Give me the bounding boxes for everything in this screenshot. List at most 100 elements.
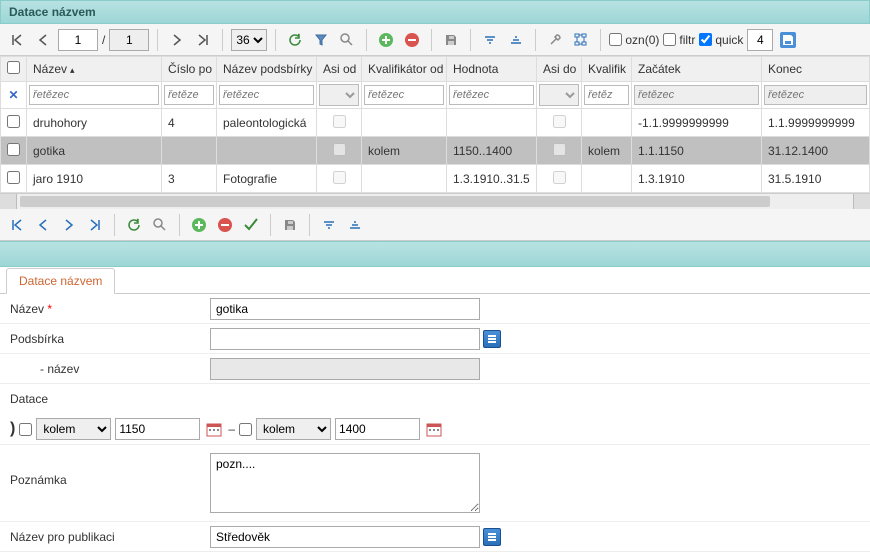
asi-do-checkbox[interactable]	[239, 423, 252, 436]
col-hodnota[interactable]: Hodnota	[447, 57, 537, 82]
label-datace: Datace	[10, 392, 210, 406]
detail-prev-icon[interactable]	[32, 214, 54, 236]
input-poznamka[interactable]: pozn....	[210, 453, 480, 513]
filter-up-icon[interactable]	[505, 29, 527, 51]
filtr-checkbox[interactable]: filtr	[663, 33, 695, 47]
page-separator: /	[102, 33, 105, 47]
asi-od-checkbox[interactable]	[19, 423, 32, 436]
col-cislo[interactable]: Číslo po	[162, 57, 217, 82]
filter-asi-od[interactable]	[319, 84, 359, 106]
prev-page-icon[interactable]	[32, 29, 54, 51]
detail-filter-down-icon[interactable]	[318, 214, 340, 236]
filter-podsbirka[interactable]	[219, 85, 314, 105]
first-page-icon[interactable]	[6, 29, 28, 51]
page-current-input[interactable]	[58, 29, 98, 51]
detail-last-icon[interactable]	[84, 214, 106, 236]
detail-search-icon[interactable]	[149, 214, 171, 236]
select-all-checkbox[interactable]	[7, 61, 20, 74]
cell-kval-od	[362, 109, 447, 137]
table-row[interactable]: jaro 19103Fotografie1.3.1910..31.51.3.19…	[1, 165, 870, 193]
detail-save-icon[interactable]	[279, 214, 301, 236]
cell-asi-od	[317, 165, 362, 193]
filter-asi-do[interactable]	[539, 84, 579, 106]
cell-asi-do	[537, 137, 582, 165]
clear-filters-icon[interactable]: ✕	[8, 88, 18, 102]
col-nazev[interactable]: Název▴	[27, 57, 162, 82]
remove-icon[interactable]	[401, 29, 423, 51]
detail-next-icon[interactable]	[58, 214, 80, 236]
toolbar-detail	[0, 209, 870, 241]
input-podsbirka[interactable]	[210, 328, 480, 350]
cell-kval-do	[582, 165, 632, 193]
date-dash: –	[228, 422, 235, 436]
detail-first-icon[interactable]	[6, 214, 28, 236]
col-podsbirka[interactable]: Název podsbírky	[217, 57, 317, 82]
label-podsbirka-nazev: - název	[10, 362, 210, 376]
page-size-select[interactable]: 36	[231, 29, 267, 51]
detail-add-icon[interactable]	[188, 214, 210, 236]
tools-icon[interactable]	[544, 29, 566, 51]
filter-kval-do[interactable]	[584, 85, 629, 105]
cell-kval-od: kolem	[362, 137, 447, 165]
filter-cislo[interactable]	[164, 85, 214, 105]
next-page-icon[interactable]	[166, 29, 188, 51]
picker-podsbirka-icon[interactable]	[483, 330, 501, 348]
kval-od-select[interactable]: kolem	[36, 418, 111, 440]
detail-refresh-icon[interactable]	[123, 214, 145, 236]
date-do-input[interactable]	[335, 418, 420, 440]
cell-cislo	[162, 137, 217, 165]
kval-do-select[interactable]: kolem	[256, 418, 331, 440]
calendar-do-icon[interactable]	[424, 419, 444, 439]
calendar-od-icon[interactable]	[204, 419, 224, 439]
cell-asi-od	[317, 137, 362, 165]
quick-checkbox[interactable]: quick	[699, 33, 743, 47]
table-row[interactable]: gotikakolem1150..1400kolem1.1.115031.12.…	[1, 137, 870, 165]
filter-kval-od[interactable]	[364, 85, 444, 105]
date-od-input[interactable]	[115, 418, 200, 440]
data-grid: Název▴ Číslo po Název podsbírky Asi od K…	[0, 56, 870, 193]
table-row[interactable]: druhohory4paleontologická-1.1.9999999999…	[1, 109, 870, 137]
refresh-icon[interactable]	[284, 29, 306, 51]
row-checkbox[interactable]	[7, 143, 20, 156]
ozn-checkbox[interactable]: ozn(0)	[609, 33, 659, 47]
grid-horizontal-scrollbar[interactable]	[0, 193, 870, 209]
col-konec[interactable]: Konec	[762, 57, 870, 82]
detail-remove-icon[interactable]	[214, 214, 236, 236]
tab-datace-nazvem[interactable]: Datace názvem	[6, 268, 115, 294]
filter-zacatek	[634, 85, 759, 105]
filter-funnel-icon[interactable]	[310, 29, 332, 51]
col-asi-do[interactable]: Asi do	[537, 57, 582, 82]
last-page-icon[interactable]	[192, 29, 214, 51]
cell-kval-do: kolem	[582, 137, 632, 165]
label-pub: Název pro publikaci	[10, 530, 210, 544]
cell-podsbirka: Fotografie	[217, 165, 317, 193]
add-icon[interactable]	[375, 29, 397, 51]
cell-nazev: gotika	[27, 137, 162, 165]
filter-down-icon[interactable]	[479, 29, 501, 51]
cell-nazev: jaro 1910	[27, 165, 162, 193]
cell-nazev: druhohory	[27, 109, 162, 137]
detail-confirm-icon[interactable]	[240, 214, 262, 236]
save-blue-icon[interactable]	[777, 29, 799, 51]
input-pub[interactable]	[210, 526, 480, 548]
detail-filter-up-icon[interactable]	[344, 214, 366, 236]
cell-podsbirka	[217, 137, 317, 165]
quick-num-input[interactable]	[747, 29, 773, 51]
label-poznamka: Poznámka	[10, 453, 210, 487]
filter-nazev[interactable]	[29, 85, 159, 105]
save-disk-icon[interactable]	[440, 29, 462, 51]
filter-hodnota[interactable]	[449, 85, 534, 105]
col-kval-do[interactable]: Kvalifik	[582, 57, 632, 82]
row-checkbox[interactable]	[7, 171, 20, 184]
grid-header-row: Název▴ Číslo po Název podsbírky Asi od K…	[1, 57, 870, 82]
row-checkbox[interactable]	[7, 115, 20, 128]
picker-pub-icon[interactable]	[483, 528, 501, 546]
grid-filter-row: ✕	[1, 82, 870, 109]
col-kval-od[interactable]: Kvalifikátor od	[362, 57, 447, 82]
cell-zacatek: 1.3.1910	[632, 165, 762, 193]
tree-icon[interactable]	[570, 29, 592, 51]
col-asi-od[interactable]: Asi od	[317, 57, 362, 82]
search-icon[interactable]	[336, 29, 358, 51]
col-zacatek[interactable]: Začátek	[632, 57, 762, 82]
input-nazev[interactable]	[210, 298, 480, 320]
